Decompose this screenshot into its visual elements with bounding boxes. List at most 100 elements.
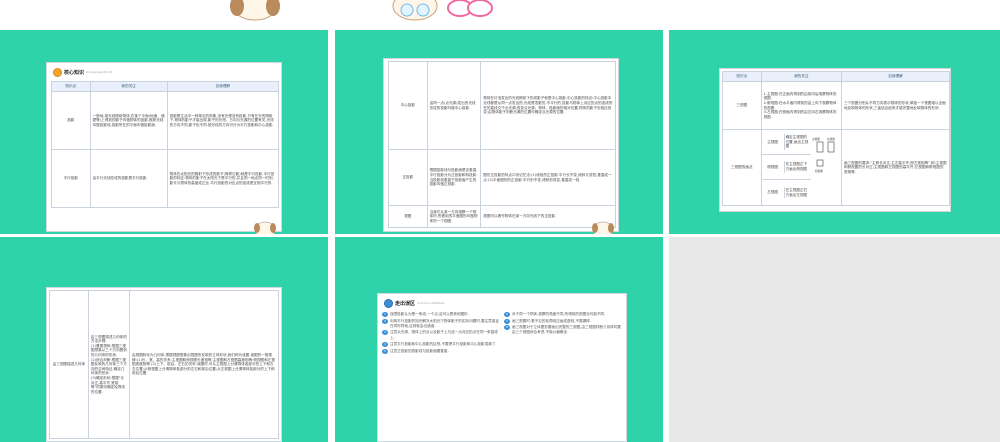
tip-text: 利用平行投影的知识解决太阳光下物体影子的实际问题时,要注意保证在同时同地,否则就… [390,318,499,328]
table-row: 三视图 1.主视图:在正面内得到的由前向后观察物体的视图. 2.俯视图:在水平面… [722,81,951,130]
step-desc: 确定主视图的位置,画出主视图 [783,134,811,150]
slide-4[interactable]: 由三视图描述几何体 由三视图描述几何体的方法步骤: (1)看图想体:根据三视图想… [0,237,328,442]
table-row: 平行投影 由平行光线形成的投影是平行投影. 物体在太阳光的照射下形成的影子(简称… [51,149,280,208]
knowledge-table: 由三视图描述几何体 由三视图描述几何体的方法步骤: (1)看图想体:根据三视图想… [49,290,279,439]
table-row: 投影 一般地,用光线照射物体,在某个平面(地面、墙壁等)上得到的影子叫做物体的投… [51,91,280,150]
view-label: 俯视图 [815,169,823,173]
dog-mascot-icon [392,0,438,21]
number-badge-icon: 3 [382,330,388,336]
tip-text: 注意正投影的投影线与投影面要垂直. [390,348,449,353]
step-name: 左视图 [767,190,778,195]
slide-2[interactable]: 中心投影 由同一点(点光源)发出的光线形成的投影叫做中心投影. 物体在灯泡发出的… [335,30,663,234]
row-focus: 一般地,用光线照射物体,在某个平面(地面、墙壁等)上得到的影子叫做物体的投影,照… [89,91,168,150]
step-name: 俯视图 [767,164,778,169]
step-name: 主视图 [767,139,778,144]
banner-label: 走出误区 [395,300,416,307]
tip-text: 注意平行投影和中心投影的区别,不要把平行投影和中心投影混淆了. [390,342,497,347]
header-cell: 知识点 [722,71,762,82]
row-understanding: 图形正投影的特点口诀记忆法:(1)线段的正投影:平行长不变,倾斜长变短,垂直成一… [480,149,616,206]
star-badge-icon [384,298,393,308]
mistakes-right-column: 6 对于同一个物体,观察的角度不同,所得到的视图也可能不同. 7 画三视图时,看不见… [504,312,622,337]
table-row: 正投影 根据投影线与投影面是否垂直,平行投影分为正投影和斜投影.当投影线垂直于投… [388,149,616,206]
slide-5[interactable]: 走出误区 Common Mistakes 1 误把投影认为是一条线,一个点,这可以… [335,237,663,442]
section-banner: 核心知识 Knowledge Points [53,67,112,77]
table-row: 由三视图描述几何体 由三视图描述几何体的方法步骤: (1)看图想体:根据三视图想… [49,290,279,439]
step-desc: 在主视图正右方画出左视图 [783,186,811,199]
section-banner: 走出误区 Common Mistakes [384,298,445,308]
view-label: 主视图 [812,137,820,141]
table-header-row: 知识点 我的关注 自我理解 [51,81,280,92]
number-badge-icon: 8 [504,325,510,331]
list-item: 8 画三视图对于立体图形要画出完整的三视图,由三视图判断几何体时要由三个视图综合考… [504,325,622,335]
top-strip [0,0,1000,28]
table-header-row: 知识点 我的关注 自我理解 [722,71,951,82]
row-key: 三视图的画法 [722,129,762,206]
header-cell: 自我理解 [840,71,951,82]
row-key: 由三视图描述几何体 [49,290,89,439]
number-badge-icon: 1 [382,312,388,317]
list-item: 6 对于同一个物体,观察的角度不同,所得到的视图也可能不同. [504,312,622,317]
list-item: 左视图 在主视图正右方画出左视图 [762,180,811,205]
row-understanding: 投影是生活中一种常见的现象,没有光便没有投影.只有在光的照射下,物体的影子才能出… [166,91,280,150]
slide-2-card: 中心投影 由同一点(点光源)发出的光线形成的投影叫做中心投影. 物体在灯泡发出的… [383,58,619,232]
drawing-steps: 主视图 确定主视图的位置,画出主视图 俯视图 在主视图正下方画出俯视图 左视图 … [761,130,811,205]
knowledge-table: 知识点 我的关注 自我理解 三视图 1.主视图:在正面内得到的由前向后观察物体的… [722,71,951,206]
drawing-steps-cell: 主视图 确定主视图的位置,画出主视图 俯视图 在主视图正下方画出俯视图 左视图 … [760,129,842,206]
list-item: 俯视图 在主视图正下方画出俯视图 [761,155,811,180]
tip-text: 误把投影认为是一条线,一个点,这可以是其他图形. [390,312,469,316]
header-cell: 我的关注 [760,71,842,82]
header-cell: 自我理解 [166,81,280,92]
dog-mascot-icon [254,221,276,234]
view-label: 左视图 [827,137,835,141]
list-item: 1 误把投影认为是一条线,一个点,这可以是其他图形. [382,312,500,317]
row-key: 三视图 [722,81,762,130]
row-understanding: 物体在太阳光的照射下形成的影子(简称日影)就是平行投影.平行投影的特征:物体的影… [166,149,280,208]
slide-1[interactable]: 核心知识 Knowledge Points 知识点 我的关注 自我理解 投影 一… [0,30,328,234]
slide-5-card: 走出误区 Common Mistakes 1 误把投影认为是一条线,一个点,这可以… [377,293,627,442]
banner-sub: Common Mistakes [417,301,445,305]
bow-icon [447,0,493,17]
table-row: 视图 当我们从某一方向观察一个物体时,所看到的平面图形叫做物体的一个视图. 视图… [388,205,616,228]
star-badge-icon [53,67,62,77]
slide-3-card: 知识点 我的关注 自我理解 三视图 1.主视图:在正面内得到的由前向后观察物体的… [719,68,951,212]
row-understanding: 画三视图的要求:"主俯长对正,主左高平齐,俯左宽相等",即:主视图和俯视图的长对… [840,129,951,206]
header-cell: 我的关注 [89,81,168,92]
row-focus: 1.主视图:在正面内得到的由前向后观察物体的视图. 2.俯视图:在水平面内得到的… [760,81,842,130]
number-badge-icon: 6 [504,312,510,317]
number-badge-icon: 2 [382,318,388,324]
mistakes-left-column: 1 误把投影认为是一条线,一个点,这可以是其他图形. 2 利用平行投影的知识解决太阳… [382,312,500,355]
row-key: 正投影 [388,149,428,206]
header-cell: 知识点 [51,81,91,92]
row-focus: 当我们从某一方向观察一个物体时,所看到的平面图形叫做物体的一个视图. [426,205,482,228]
list-item: 4 注意平行投影和中心投影的区别,不要把平行投影和中心投影混淆了. [382,342,500,348]
tip-text: 画三视图时,看不见的轮廓线应画成虚线,不要漏掉. [512,318,591,323]
row-understanding: 三个视图分别从不同方向表示物体的形状,单独一个视图难以全面地反映物体的形状,三者… [840,81,951,130]
list-item: 5 注意正投影的投影线与投影面要垂直. [382,348,500,354]
row-focus: 由同一点(点光源)发出的光线形成的投影叫做中心投影. [426,61,482,150]
row-focus: 由三视图描述几何体的方法步骤: (1)看图想体:根据三视图想象从三个方向看到的几… [87,290,131,439]
slide-1-card: 核心知识 Knowledge Points 知识点 我的关注 自我理解 投影 一… [46,62,282,232]
banner-label: 核心知识 [64,69,85,76]
table-row: 中心投影 由同一点(点光源)发出的光线形成的投影叫做中心投影. 物体在灯泡发出的… [388,61,616,150]
row-key: 平行投影 [51,149,91,208]
list-item: 7 画三视图时,看不见的轮廓线应画成虚线,不要漏掉. [504,318,622,324]
row-understanding: 物体在灯泡发出的光线照射下形成影子就是中心投影.中心投影的特征:中心投影中光线都… [480,61,616,150]
dog-mascot-icon [592,221,614,234]
tip-text: 对于同一个物体,观察的角度不同,所得到的视图也可能不同. [512,312,606,316]
three-views-diagram: 主视图 左视图 俯视图 [812,137,835,173]
slide-3[interactable]: 知识点 我的关注 自我理解 三视图 1.主视图:在正面内得到的由前向后观察物体的… [669,30,1000,234]
list-item: 3 注意点光源、物体上的点以及影子上与这一点对应的点在同一条直线上. [382,330,500,340]
banner-sub: Knowledge Points [86,70,113,74]
tip-text: 画三视图对于立体图形要画出完整的三视图,由三视图判断几何体时要由三个视图综合考虑… [512,325,621,335]
knowledge-table: 知识点 我的关注 自我理解 投影 一般地,用光线照射物体,在某个平面(地面、墙壁… [51,81,280,208]
list-item: 2 利用平行投影的知识解决太阳光下物体影子的实际问题时,要注意保证在同时同地,否则… [382,318,500,329]
row-key: 中心投影 [388,61,428,150]
row-key: 投影 [51,91,91,150]
number-badge-icon: 7 [504,318,510,324]
step-desc: 在主视图正下方画出俯视图 [783,161,811,173]
tip-text: 注意点光源、物体上的点以及影子上与这一点对应的点在同一条直线上. [390,330,498,340]
table-row: 三视图的画法 主视图 确定主视图的位置,画出主视图 俯视图 在主视图正下方画出俯… [722,129,951,206]
knowledge-table: 中心投影 由同一点(点光源)发出的光线形成的投影叫做中心投影. 物体在灯泡发出的… [388,61,616,228]
dog-mascot-icon [230,0,280,21]
number-badge-icon: 5 [382,348,388,354]
